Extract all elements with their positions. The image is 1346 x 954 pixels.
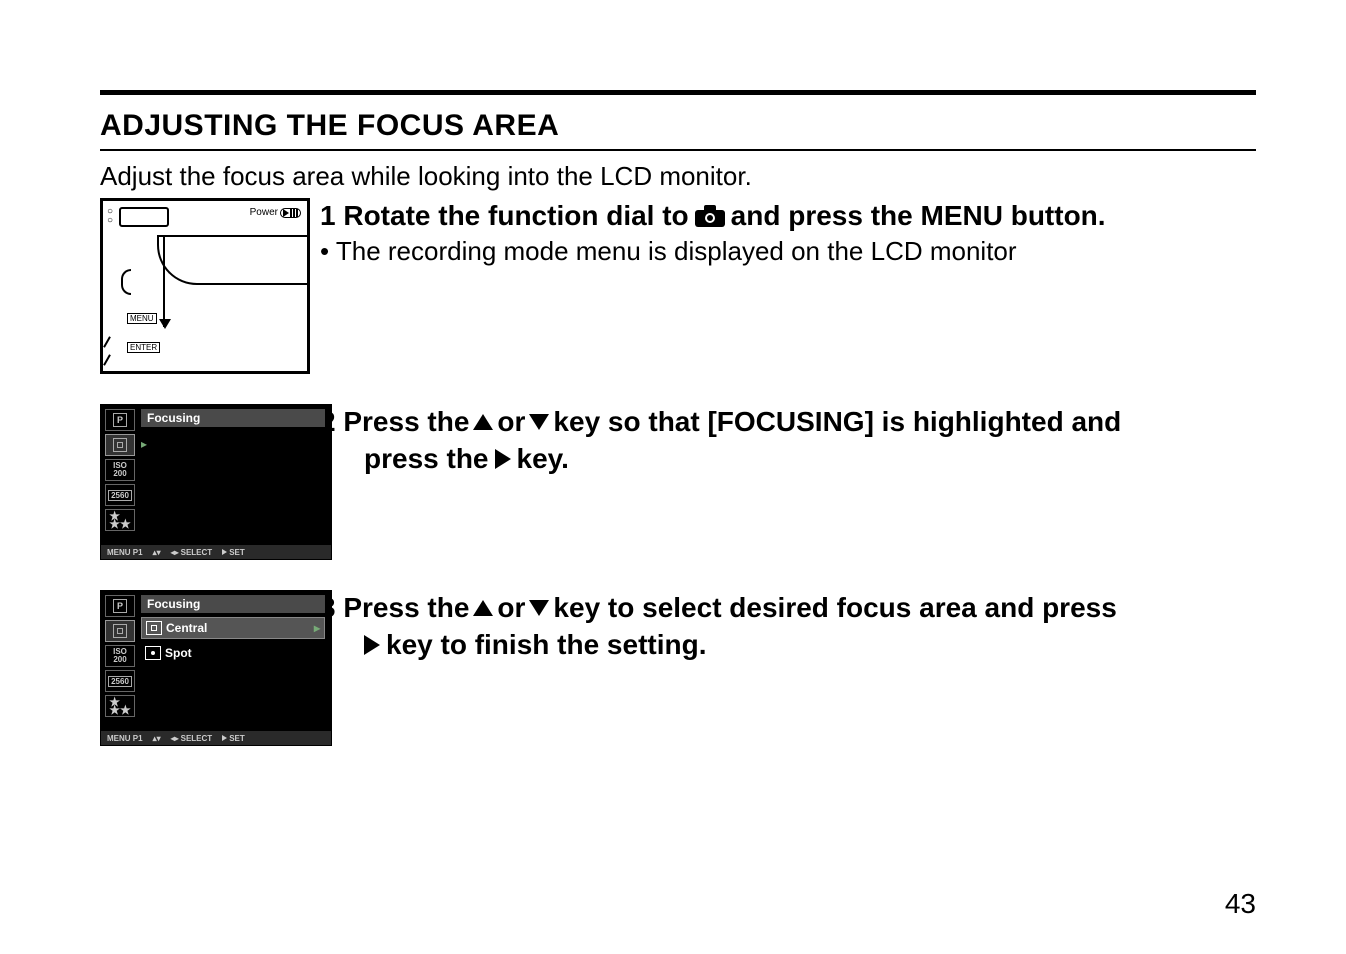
up-arrow-icon [473, 414, 493, 430]
side-p-2: P [105, 595, 135, 617]
option-spot-label: Spot [165, 646, 192, 660]
side-quality: ★★★ [105, 509, 135, 531]
menu2-title: Focusing [141, 595, 325, 613]
footer-nav-icon-2: ▴▾ [153, 734, 161, 743]
step-2-text: 2 Press the or key so that [FOCUSING] is… [320, 404, 1256, 560]
option-arrow-icon: ▸ [314, 621, 320, 635]
side-focus-icon-2 [105, 620, 135, 642]
step-2-row: Focusing P ISO 200 2560 ★★★ ▸ MENU P1 ▴▾… [100, 404, 1256, 560]
option-spot: Spot [141, 642, 325, 664]
step-1-text: 1 Rotate the function dial to and press … [320, 198, 1256, 374]
step-3-heading: 3 Press the or key to select desired foc… [320, 590, 1256, 626]
dial-box [119, 207, 169, 227]
footer-menu-2: MENU P1 [107, 734, 143, 743]
option-central: Central ▸ [141, 617, 325, 639]
menu1-title: Focusing [141, 409, 325, 427]
step1-suffix: and press the MENU button. [731, 198, 1106, 234]
menu2-sidebar: P ISO 200 2560 ★★★ [105, 595, 135, 729]
menu-button-label: MENU [127, 313, 157, 324]
step2-line2-prefix: press the [364, 440, 489, 478]
side-iso: ISO 200 [105, 459, 135, 481]
step2-line2-suffix: key. [517, 440, 569, 478]
title-underline [100, 149, 1256, 151]
right-arrow-icon-2 [364, 635, 380, 655]
camera-body-curve [157, 235, 307, 285]
side-size-2: 2560 [105, 670, 135, 692]
step-3-row: Focusing P ISO 200 2560 ★★★ Central ▸ Sp… [100, 590, 1256, 746]
menu1-sidebar: P ISO 200 2560 ★★★ [105, 409, 135, 543]
side-quality-2: ★★★ [105, 695, 135, 717]
step2-mid: or [497, 404, 525, 440]
side-focus-icon [105, 434, 135, 456]
page-number: 43 [1225, 888, 1256, 920]
power-icon [280, 208, 301, 218]
enter-button-label: ENTER [127, 342, 160, 353]
camera-mode-icon [693, 203, 727, 229]
side-size: 2560 [105, 484, 135, 506]
step3-prefix: 3 Press the [320, 590, 469, 626]
step2-prefix: 2 Press the [320, 404, 469, 440]
menu2-options: Central ▸ Spot [141, 617, 325, 667]
footer-menu: MENU P1 [107, 548, 143, 557]
menu1-footer: MENU P1 ▴▾ ◂▸ SELECT SET [101, 545, 331, 559]
footer-nav-icon: ▴▾ [153, 548, 161, 557]
step3-line2-suffix: key to finish the setting. [386, 626, 706, 664]
top-rule [100, 90, 1256, 95]
step-2-line2: press the key. [320, 440, 1256, 478]
menu1-marker: ▸ [141, 437, 147, 451]
camera-diagram: ○○ Power MENU ENTER [100, 198, 310, 374]
up-arrow-icon-2 [473, 600, 493, 616]
step1-bullet: • The recording mode menu is displayed o… [320, 236, 1256, 267]
down-arrow-icon-2 [529, 600, 549, 616]
menu-screenshot-2-thumb: Focusing P ISO 200 2560 ★★★ Central ▸ Sp… [100, 590, 310, 746]
footer-select-2: ◂▸ SELECT [171, 734, 213, 743]
footer-set-2: SET [222, 734, 245, 743]
step3-suffix: key to select desired focus area and pre… [553, 590, 1116, 626]
menu2-footer: MENU P1 ▴▾ ◂▸ SELECT SET [101, 731, 331, 745]
step-1-row: ○○ Power MENU ENTER 1 Rotate the functio… [100, 198, 1256, 374]
central-icon [146, 621, 162, 635]
menu-screenshot-2: Focusing P ISO 200 2560 ★★★ Central ▸ Sp… [100, 590, 332, 746]
grip-lines [105, 331, 113, 371]
power-label: Power [250, 207, 301, 218]
step-3-line2: key to finish the setting. [320, 626, 1256, 664]
step3-mid: or [497, 590, 525, 626]
step2-suffix: key so that [FOCUSING] is highlighted an… [553, 404, 1121, 440]
step1-prefix: 1 Rotate the function dial to [320, 198, 689, 234]
menu-screenshot-1: Focusing P ISO 200 2560 ★★★ ▸ MENU P1 ▴▾… [100, 404, 332, 560]
step-1-heading: 1 Rotate the function dial to and press … [320, 198, 1256, 234]
side-arc [121, 269, 131, 295]
down-arrow-icon [529, 414, 549, 430]
spot-icon [145, 646, 161, 660]
right-arrow-icon [495, 449, 511, 469]
camera-diagram-thumb: ○○ Power MENU ENTER [100, 198, 310, 374]
side-p: P [105, 409, 135, 431]
footer-select: ◂▸ SELECT [171, 548, 213, 557]
arrow-to-menu [163, 235, 165, 327]
footer-set: SET [222, 548, 245, 557]
dial-dots: ○○ [107, 207, 113, 225]
step-3-text: 3 Press the or key to select desired foc… [320, 590, 1256, 746]
step-2-heading: 2 Press the or key so that [FOCUSING] is… [320, 404, 1256, 440]
section-title: ADJUSTING THE FOCUS AREA [100, 109, 1256, 143]
side-iso-2: ISO 200 [105, 645, 135, 667]
menu-screenshot-1-thumb: Focusing P ISO 200 2560 ★★★ ▸ MENU P1 ▴▾… [100, 404, 310, 560]
option-central-label: Central [166, 621, 207, 635]
power-text: Power [250, 207, 278, 218]
intro-text: Adjust the focus area while looking into… [100, 161, 1256, 192]
